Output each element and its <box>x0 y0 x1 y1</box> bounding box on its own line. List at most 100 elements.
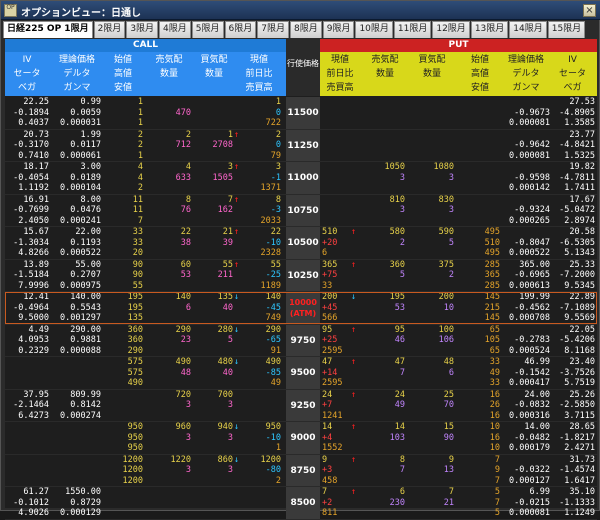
call-header: CALL <box>5 39 286 52</box>
call-trend-down-icon: ↓ <box>233 422 239 432</box>
strike-row-10000[interactable]: 12.41 -0.4964 9.5000 140.00 0.5543 0.001297 19… <box>5 292 597 324</box>
call-ask-cell[interactable]: 720 <box>147 390 191 401</box>
strike-row-11250[interactable]: 20.73 -0.3170 0.7410 1.99 0.0117 0.000061 2 2 1 2… <box>5 129 597 162</box>
put-bid-cell[interactable]: 25 <box>410 390 454 401</box>
tab-contract-month-1[interactable]: 日経225 OP 1限月 <box>3 21 93 38</box>
close-button[interactable]: × <box>583 4 596 17</box>
put-bid-cell[interactable]: 375 <box>410 260 454 271</box>
call-bid-cell[interactable]: 700 <box>195 390 233 401</box>
put-bid-cell[interactable]: 100 <box>410 325 454 336</box>
strike-row-11500[interactable]: 22.25 -0.1894 0.4037 0.99 0.0059 0.000031 1 1 1 4… <box>5 97 597 129</box>
strike-row-8750[interactable]: 1200 1200 1200 1220 3 860 3 1200 -80 2 ↓ 8750 9 +3 458… <box>5 454 597 487</box>
put-ask-cell[interactable]: 95 <box>365 325 405 336</box>
put-ohl-cell: 65 <box>489 345 500 356</box>
put-bid-cell[interactable]: 9 <box>410 455 454 466</box>
put-ask-cell[interactable]: 580 <box>365 227 405 238</box>
call-trend-up-icon: ↑ <box>233 259 239 270</box>
call-col-header: 安値 <box>113 83 132 93</box>
tab-contract-month-4[interactable]: 4限月 <box>159 21 191 38</box>
strike-row-9000[interactable]: 950 950 950 960 3 940 3 950 -10 1 ↓ 9000 14 +4 1552 14 1… <box>5 422 597 454</box>
put-bid-cell[interactable]: 590 <box>410 227 454 238</box>
call-ask-cell[interactable]: 140 <box>147 292 191 303</box>
strike-price: 9250 <box>286 389 320 422</box>
call-theo-cell: 140.00 <box>70 292 101 302</box>
put-last-cell: +2 <box>322 497 333 508</box>
call-last-cell: -10 <box>265 432 281 443</box>
strike-row-10750[interactable]: 16.91 -0.7699 2.4050 8.00 0.0476 0.000241 11 11… <box>5 194 597 227</box>
tab-contract-month-14[interactable]: 14限月 <box>509 21 547 38</box>
tab-contract-month-15[interactable]: 15限月 <box>547 21 586 38</box>
put-ask-cell[interactable]: 14 <box>365 422 405 433</box>
tab-contract-month-7[interactable]: 7限月 <box>257 21 289 38</box>
tab-contract-month-5[interactable]: 5限月 <box>191 21 224 38</box>
call-ask-cell[interactable]: 8 <box>147 195 191 206</box>
call-ask-cell[interactable]: 490 <box>147 357 191 368</box>
put-trend-up-icon: ↑ <box>350 487 356 497</box>
put-ask-cell[interactable]: 1050 <box>365 162 405 173</box>
put-bid-cell[interactable]: 1080 <box>410 162 454 173</box>
put-bid-cell[interactable]: 7 <box>410 487 454 498</box>
call-ask-cell[interactable]: 60 <box>147 260 191 271</box>
call-ask-cell[interactable]: 22 <box>147 227 191 238</box>
call-bid-cell[interactable]: 940 <box>195 422 233 433</box>
put-ask-cell: 2 <box>399 237 405 248</box>
call-last-cell: -85 <box>265 367 281 378</box>
strike-row-9250[interactable]: 37.95 -2.1464 6.4273 809.99 0.8142 0.000274 72… <box>5 389 597 422</box>
tab-contract-month-8[interactable]: 8限月 <box>289 21 322 38</box>
put-bid-cell[interactable]: 48 <box>410 357 454 368</box>
put-last-cell: 458 <box>322 475 338 486</box>
strike-row-10250[interactable]: 13.89 -1.5184 7.9996 55.00 0.2707 0.000975 90 9… <box>5 259 597 292</box>
call-bid-cell[interactable]: 480 <box>195 357 233 368</box>
call-ask-cell[interactable]: 290 <box>147 325 191 336</box>
call-ohl-cell: 20 <box>132 248 143 258</box>
call-bid-cell[interactable]: 3 <box>195 162 233 173</box>
call-col-header: IV <box>22 55 32 65</box>
put-bid-cell[interactable]: 830 <box>410 195 454 206</box>
call-theo-cell: 0.0189 <box>70 172 101 183</box>
tab-contract-month-9[interactable]: 9限月 <box>322 21 355 38</box>
put-iv-cell: 25.33 <box>569 259 595 270</box>
call-bid-cell[interactable]: 7 <box>195 195 233 206</box>
call-bid-cell[interactable]: 55 <box>195 260 233 271</box>
call-bid-cell[interactable]: 860 <box>195 455 233 466</box>
put-ask-cell[interactable]: 360 <box>365 260 405 271</box>
call-ask-cell[interactable]: 1220 <box>147 455 191 466</box>
call-iv-cell: -0.4054 <box>13 172 49 183</box>
tab-contract-month-11[interactable]: 11限月 <box>393 21 432 38</box>
put-bid-cell[interactable]: 200 <box>410 292 454 303</box>
call-bid-cell[interactable]: 21 <box>195 227 233 238</box>
tab-contract-month-2[interactable]: 2限月 <box>93 21 126 38</box>
put-col-header: 売買高 <box>326 83 354 93</box>
strike-row-10500[interactable]: 15.67 -1.3034 4.8266 22.00 0.1193 0.000522 33 3… <box>5 227 597 259</box>
tab-contract-month-6[interactable]: 6限月 <box>224 21 257 38</box>
call-bid-cell[interactable]: 135 <box>195 292 233 303</box>
call-bid-cell[interactable]: 1 <box>195 130 233 141</box>
put-col-header: 現値 <box>330 55 349 65</box>
put-bid-cell[interactable]: 15 <box>410 422 454 433</box>
strike-row-11000[interactable]: 18.17 -0.4054 1.1192 3.00 0.0189 0.000104 4 4 2 4… <box>5 162 597 194</box>
put-ask-cell[interactable]: 810 <box>365 195 405 206</box>
put-ask-cell[interactable]: 195 <box>365 292 405 303</box>
tab-contract-month-10[interactable]: 10限月 <box>355 21 393 38</box>
put-trend-up-icon: ↑ <box>350 324 356 335</box>
call-bid-cell[interactable]: 280 <box>195 325 233 336</box>
call-iv-cell: -2.1464 <box>13 400 49 410</box>
call-ask-cell[interactable]: 2 <box>147 130 191 141</box>
strike-row-8500[interactable]: 61.27 -0.1012 4.9026 1550.00 0.8729 0.000129 8… <box>5 487 597 519</box>
title-bar[interactable]: OP オプションビュー：日通し × <box>1 1 600 20</box>
call-ask-cell[interactable]: 960 <box>147 422 191 433</box>
tab-contract-month-3[interactable]: 3限月 <box>126 21 159 38</box>
strike-row-9500[interactable]: 575 575 490 490 48 480 40 490 -85 49 ↓ 9500 47 +14 259… <box>5 357 597 389</box>
put-ask-cell[interactable]: 8 <box>365 455 405 466</box>
call-last-cell: 1371 <box>260 183 281 193</box>
put-ask-cell[interactable]: 24 <box>365 390 405 401</box>
tab-contract-month-13[interactable]: 13限月 <box>470 21 509 38</box>
put-theo-cell: 6.99 <box>529 487 550 497</box>
tab-contract-month-12[interactable]: 12限月 <box>432 21 470 38</box>
put-ask-cell[interactable]: 6 <box>365 487 405 498</box>
call-ohl-cell: 4 <box>137 162 143 172</box>
put-last-cell: 566 <box>322 313 338 323</box>
call-ask-cell[interactable]: 4 <box>147 162 191 173</box>
put-ask-cell[interactable]: 47 <box>365 357 405 368</box>
strike-row-9750[interactable]: 4.49 4.0953 0.2329 290.00 0.9881 0.000088 360 3… <box>5 324 597 357</box>
